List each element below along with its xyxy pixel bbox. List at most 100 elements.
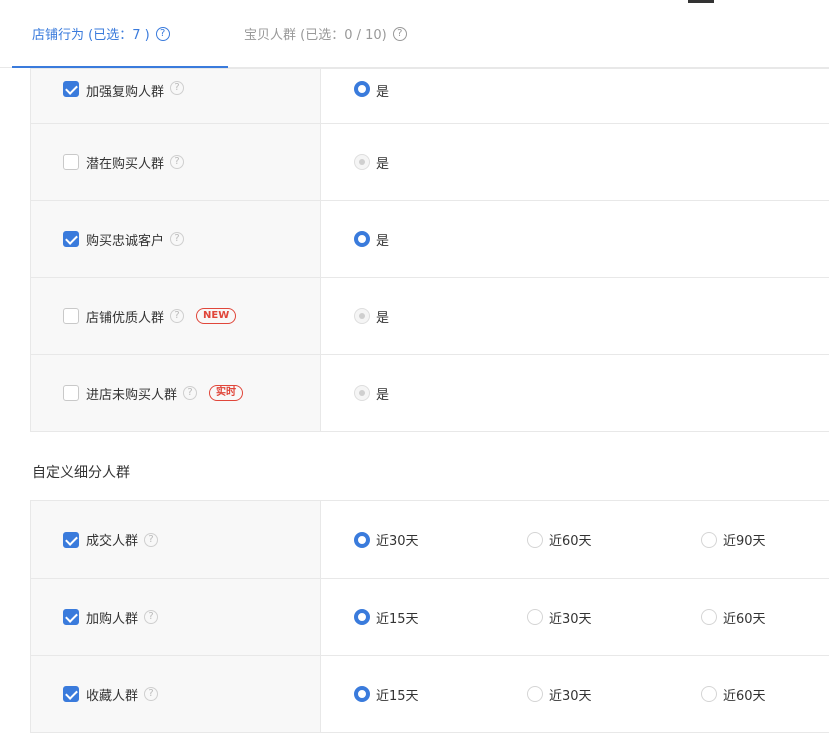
new-badge: NEW	[196, 308, 237, 324]
table-row: 加购人群 ? 近15天 近30天 近60天	[31, 578, 829, 655]
table-row: 潜在购买人群 ? 是	[31, 123, 829, 200]
option-yes: 是	[354, 124, 389, 200]
audience-checkbox[interactable]	[63, 308, 79, 324]
row-label-cell: 店铺优质人群 ? NEW	[31, 278, 321, 354]
time-option[interactable]: 近60天	[701, 656, 766, 732]
audience-checkbox[interactable]	[63, 385, 79, 401]
table-row: 购买忠诚客户 ? 是	[31, 200, 829, 277]
table-row: 店铺优质人群 ? NEW 是	[31, 277, 829, 354]
row-label-cell: 收藏人群 ?	[31, 656, 321, 732]
option-yes: 是	[354, 278, 389, 354]
radio-icon[interactable]	[701, 609, 717, 625]
row-option-cell: 是	[321, 278, 829, 354]
row-option-cell: 是	[321, 124, 829, 200]
tab-store-behavior[interactable]: 店铺行为 (已选：7 ) ?	[32, 24, 170, 43]
help-icon[interactable]: ?	[144, 532, 159, 547]
row-label-cell: 进店未购买人群 ? 实时	[31, 355, 321, 431]
option-label: 是	[376, 85, 390, 100]
table-row: 加强复购人群 ? 是	[31, 69, 829, 123]
option-label: 是	[376, 310, 390, 326]
audience-label: 店铺优质人群	[86, 310, 165, 326]
tab-item-audience-label: 宝贝人群 (已选：0 / 10)	[244, 28, 387, 43]
table-row: 进店未购买人群 ? 实时 是	[31, 354, 829, 431]
radio-disabled-icon	[354, 385, 370, 401]
radio-selected-icon[interactable]	[354, 609, 370, 625]
audience-checkbox[interactable]	[63, 231, 79, 247]
radio-icon[interactable]	[527, 609, 543, 625]
radio-disabled-icon	[354, 308, 370, 324]
option-label: 是	[376, 156, 390, 172]
window-edge-mark	[688, 0, 714, 3]
row-option-cell: 是	[321, 69, 829, 123]
option-label: 近15天	[376, 611, 419, 627]
option-label: 近30天	[549, 611, 592, 627]
row-option-cell: 是	[321, 355, 829, 431]
audience-checkbox[interactable]	[63, 531, 79, 548]
time-option[interactable]: 近15天	[354, 656, 419, 732]
time-option[interactable]: 近60天	[527, 501, 592, 578]
tab-store-behavior-label: 店铺行为 (已选：7 )	[32, 28, 150, 43]
table-row: 收藏人群 ? 近15天 近30天 近60天	[31, 655, 829, 732]
option-label: 近90天	[723, 534, 766, 549]
time-option[interactable]: 近30天	[527, 656, 592, 732]
row-option-cell: 近30天 近60天 近90天	[321, 501, 829, 578]
help-icon[interactable]: ?	[183, 386, 198, 400]
time-option[interactable]: 近30天	[527, 579, 592, 655]
radio-selected-icon[interactable]	[354, 531, 370, 548]
option-label: 近60天	[549, 534, 592, 549]
time-option[interactable]: 近30天	[354, 501, 419, 578]
audience-label: 潜在购买人群	[86, 156, 165, 172]
row-label-cell: 成交人群 ?	[31, 501, 321, 578]
tab-item-audience[interactable]: 宝贝人群 (已选：0 / 10) ?	[244, 24, 407, 43]
help-icon[interactable]: ?	[392, 26, 407, 41]
option-label: 近15天	[376, 688, 419, 704]
row-option-cell: 是	[321, 201, 829, 277]
radio-icon[interactable]	[701, 686, 717, 702]
audience-label: 进店未购买人群	[86, 387, 178, 403]
store-audience-table: 加强复购人群 ? 是 潜在购买人群 ? 是 购买忠诚客户 ? 是 店铺优质人群 …	[30, 68, 829, 432]
time-option[interactable]: 近60天	[701, 579, 766, 655]
audience-label: 收藏人群	[86, 688, 139, 704]
row-label-cell: 加购人群 ?	[31, 579, 321, 655]
row-label-cell: 加强复购人群 ?	[31, 69, 321, 123]
help-icon[interactable]: ?	[170, 232, 185, 246]
option-label: 近60天	[723, 611, 766, 627]
radio-selected-icon[interactable]	[354, 81, 370, 97]
option-label: 近30天	[376, 534, 419, 549]
audience-label: 加购人群	[86, 611, 139, 627]
help-icon[interactable]: ?	[170, 155, 185, 169]
row-option-cell: 近15天 近30天 近60天	[321, 579, 829, 655]
audience-label: 成交人群	[86, 534, 139, 549]
help-icon[interactable]: ?	[170, 309, 185, 323]
option-yes: 是	[354, 355, 389, 431]
help-icon[interactable]: ?	[144, 687, 159, 701]
radio-icon[interactable]	[527, 531, 543, 548]
radio-disabled-icon	[354, 154, 370, 170]
radio-icon[interactable]	[527, 686, 543, 702]
row-label-cell: 潜在购买人群 ?	[31, 124, 321, 200]
help-icon[interactable]: ?	[170, 81, 185, 95]
time-option[interactable]: 近90天	[701, 501, 766, 578]
audience-checkbox[interactable]	[63, 154, 79, 170]
help-icon[interactable]: ?	[155, 26, 170, 41]
table-row: 成交人群 ? 近30天 近60天 近90天	[31, 501, 829, 578]
radio-selected-icon[interactable]	[354, 231, 370, 247]
custom-audience-table: 成交人群 ? 近30天 近60天 近90天 加购人群 ? 近15天 近30天 近…	[30, 500, 829, 733]
audience-label: 加强复购人群	[86, 85, 165, 100]
option-label: 是	[376, 387, 390, 403]
row-label-cell: 购买忠诚客户 ?	[31, 201, 321, 277]
option-yes[interactable]: 是	[354, 69, 389, 123]
option-label: 近30天	[549, 688, 592, 704]
option-label: 近60天	[723, 688, 766, 704]
time-option[interactable]: 近15天	[354, 579, 419, 655]
audience-checkbox[interactable]	[63, 609, 79, 625]
option-yes[interactable]: 是	[354, 201, 389, 277]
radio-icon[interactable]	[701, 531, 717, 548]
audience-checkbox[interactable]	[63, 686, 79, 702]
audience-label: 购买忠诚客户	[86, 233, 165, 249]
audience-checkbox[interactable]	[63, 81, 79, 97]
row-option-cell: 近15天 近30天 近60天	[321, 656, 829, 732]
radio-selected-icon[interactable]	[354, 686, 370, 702]
help-icon[interactable]: ?	[144, 610, 159, 624]
option-label: 是	[376, 233, 390, 249]
